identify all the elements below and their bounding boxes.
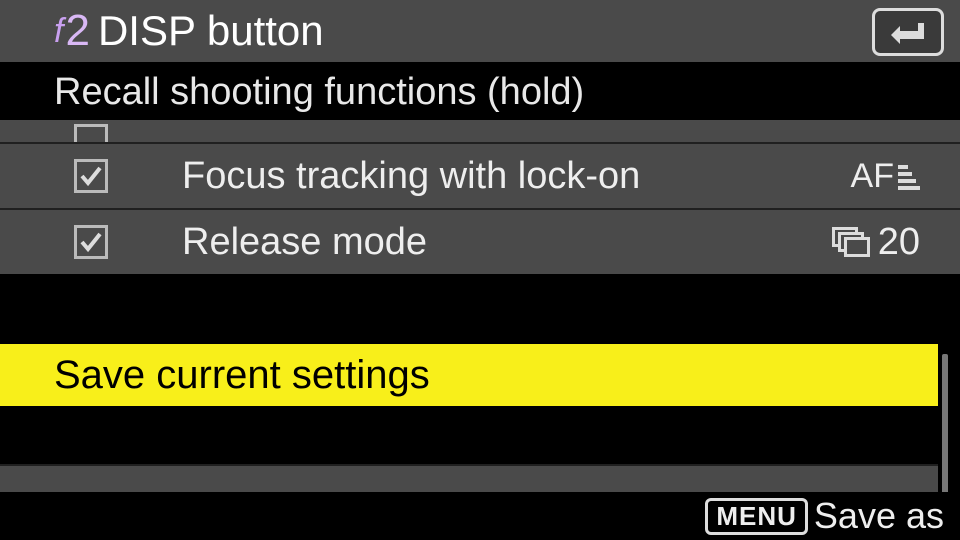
spacer [0, 274, 960, 344]
list-item-label: Release mode [182, 221, 832, 264]
subheader-text: Recall shooting functions (hold) [54, 71, 584, 114]
menu-section-number: 2 [65, 6, 89, 56]
highlight-label: Save current settings [54, 353, 430, 398]
list-item-value: 20 [832, 221, 944, 264]
camera-menu-screen: f 2 DISP button Recall shooting function… [0, 0, 960, 540]
settings-list: Focus tracking with lock-on AF Release m… [0, 120, 960, 274]
back-button[interactable] [872, 8, 944, 56]
menu-button-badge[interactable]: MENU [705, 498, 808, 535]
footer-bar: MENU Save as [0, 492, 960, 540]
af-lock-icon: AF [851, 157, 920, 196]
continuous-shooting-icon [832, 227, 872, 257]
menu-section-letter: f [54, 12, 63, 51]
checkbox-icon [74, 124, 108, 142]
menu-title: DISP button [98, 7, 324, 55]
list-item-focus-tracking[interactable]: Focus tracking with lock-on AF [0, 142, 960, 208]
list-item-partial[interactable] [0, 120, 960, 142]
checkbox-checked-icon [74, 159, 108, 193]
menu-header: f 2 DISP button [0, 0, 960, 64]
checkbox-checked-icon [74, 225, 108, 259]
footer-action-label: Save as [814, 495, 944, 537]
list-item-value: AF [851, 157, 944, 196]
save-current-settings-button[interactable]: Save current settings [0, 344, 938, 406]
back-arrow-icon [888, 17, 928, 47]
spacer [0, 406, 960, 464]
menu-subheader: Recall shooting functions (hold) [0, 64, 960, 120]
list-item-release-mode[interactable]: Release mode 20 [0, 208, 960, 274]
list-item-label: Focus tracking with lock-on [182, 155, 851, 198]
